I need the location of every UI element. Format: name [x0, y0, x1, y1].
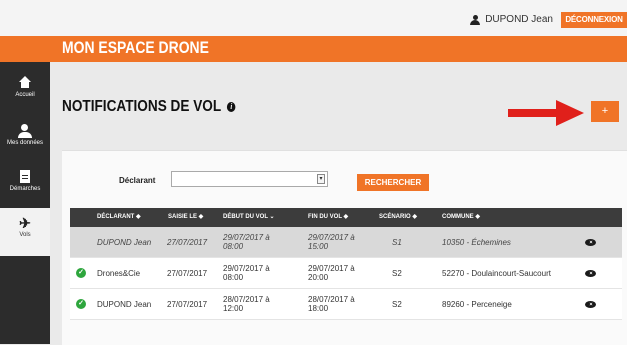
cell-declarant: Drones&Cie	[97, 268, 141, 278]
page-title: NOTIFICATIONS DE VOL i	[62, 98, 236, 116]
user-info[interactable]: DUPOND Jean	[470, 14, 553, 25]
arrow-right-icon	[508, 100, 584, 126]
declarant-filter-label: Déclarant	[119, 176, 156, 185]
column-header-debut[interactable]: DÉBUT DU VOL ⌄	[223, 208, 275, 227]
column-header-declarant[interactable]: DÉCLARANT ◆	[97, 208, 141, 227]
cell-commune: 52270 - Doulaincourt-Saucourt	[442, 268, 551, 278]
cell-scenario: S2	[392, 299, 402, 309]
eye-icon	[585, 238, 596, 246]
cell-fin: 29/07/2017 à 20:00	[308, 264, 355, 282]
sidebar-item-label: Accueil	[15, 92, 35, 98]
sidebar-item-accueil[interactable]: Accueil	[0, 68, 50, 116]
eye-icon	[585, 300, 596, 308]
home-icon	[17, 76, 33, 90]
cell-status: ✓	[76, 258, 86, 288]
page-title-text: NOTIFICATIONS DE VOL	[62, 98, 222, 115]
arrow-shaft	[508, 109, 560, 117]
cell-scenario: S2	[392, 268, 402, 278]
sidebar-item-mes-donnees[interactable]: Mes données	[0, 116, 50, 164]
plane-icon: ✈	[19, 215, 31, 231]
cell-debut: 28/07/2017 à 12:00	[223, 295, 270, 313]
info-icon[interactable]: i	[227, 102, 236, 112]
column-header-commune[interactable]: COMMUNE ◆	[442, 208, 480, 227]
cell-saisie: 27/07/2017	[167, 268, 208, 278]
declarant-select[interactable]: ▾	[171, 171, 328, 187]
cell-status: ✓	[76, 289, 86, 319]
table-header: DÉCLARANT ◆ SAISIE LE ◆ DÉBUT DU VOL ⌄ F…	[70, 208, 622, 227]
cell-fin: 28/07/2017 à 18:00	[308, 295, 355, 313]
app-title[interactable]: MON ESPACE DRONE	[62, 38, 209, 58]
sidebar-item-vols[interactable]: ✈ Vols	[0, 208, 50, 256]
user-icon	[17, 124, 33, 138]
sidebar-item-label: Démarches	[9, 186, 41, 192]
sidebar: Accueil Mes données Démarches ✈ Vols	[0, 62, 50, 344]
table-row[interactable]: ✓ DUPOND Jean 27/07/2017 28/07/2017 à 12…	[70, 289, 622, 320]
top-bar: DUPOND Jean DÉCONNEXION	[0, 0, 627, 36]
cell-fin: 29/07/2017 à 15:00	[308, 233, 355, 251]
table-row[interactable]: DUPOND Jean 27/07/2017 29/07/2017 à 08:0…	[70, 227, 622, 258]
check-icon: ✓	[76, 299, 86, 309]
sidebar-item-label: Mes données	[6, 140, 44, 146]
column-header-saisie[interactable]: SAISIE LE ◆	[168, 208, 203, 227]
chevron-down-icon[interactable]: ▾	[317, 174, 325, 184]
cell-saisie: 27/07/2017	[167, 299, 208, 309]
cell-saisie: 27/07/2017	[167, 237, 208, 247]
cell-commune: 10350 - Échemines	[442, 237, 511, 247]
view-button[interactable]	[585, 258, 596, 288]
column-header-fin[interactable]: FIN DU VOL ◆	[308, 208, 348, 227]
cell-declarant: DUPOND Jean	[97, 237, 152, 247]
sidebar-item-label: Vols	[19, 232, 31, 238]
sidebar-item-demarches[interactable]: Démarches	[0, 162, 50, 210]
cell-debut: 29/07/2017 à 08:00	[223, 233, 270, 251]
view-button[interactable]	[585, 227, 596, 257]
logout-button[interactable]: DÉCONNEXION	[561, 12, 627, 28]
cell-declarant: DUPOND Jean	[97, 299, 152, 309]
cell-debut: 29/07/2017 à 08:00	[223, 264, 270, 282]
search-button[interactable]: RECHERCHER	[357, 174, 429, 191]
add-notification-button[interactable]: +	[591, 101, 619, 122]
user-name: DUPOND Jean	[485, 14, 553, 25]
cell-commune: 89260 - Perceneige	[442, 299, 512, 309]
document-icon	[17, 170, 33, 184]
view-button[interactable]	[585, 289, 596, 319]
cell-scenario: S1	[392, 237, 402, 247]
arrow-head	[556, 100, 584, 126]
user-icon	[470, 14, 481, 25]
table-row[interactable]: ✓ Drones&Cie 27/07/2017 29/07/2017 à 08:…	[70, 258, 622, 289]
column-header-scenario[interactable]: SCÉNARIO ◆	[379, 208, 417, 227]
app-banner: MON ESPACE DRONE	[0, 36, 627, 62]
check-icon: ✓	[76, 268, 86, 278]
eye-icon	[585, 269, 596, 277]
